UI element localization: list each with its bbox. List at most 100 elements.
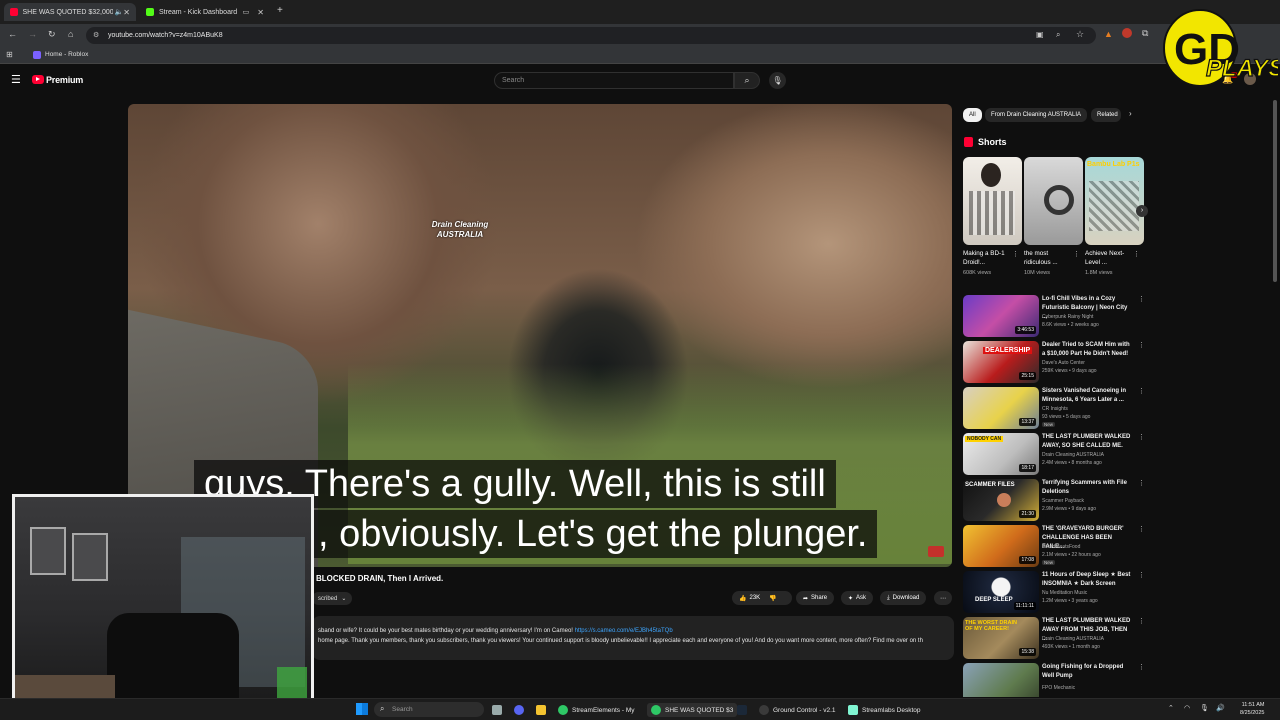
list-item[interactable]: DEEP SLEEP 11:11:11 11 Hours of Deep Sle… [963, 571, 1145, 613]
task-view-icon[interactable] [492, 705, 502, 715]
extension-icon[interactable]: ▲ [1104, 29, 1113, 39]
youtube-logo-icon[interactable] [32, 75, 44, 84]
thumbs-down-icon[interactable]: 👎 [769, 595, 776, 602]
chrome-icon [651, 705, 661, 715]
close-tab-icon[interactable]: ✕ [123, 8, 130, 17]
streamer-logo: GD PLAYS [1163, 9, 1278, 87]
bookmark-roblox[interactable]: Home - Roblox [45, 51, 88, 58]
video-thumbnail[interactable]: DEALERSHIP 25:15 [963, 341, 1039, 383]
chip-all[interactable]: All [963, 108, 982, 122]
browser-tab-bar: SHE WAS QUOTED $32,000 🔈 ✕ Stream - Kick… [0, 0, 1280, 24]
youtube-premium-wordmark[interactable]: Premium [46, 75, 83, 85]
video-thumbnail[interactable]: 3:46:53 [963, 295, 1039, 337]
bookmark-star-icon[interactable]: ☆ [1076, 29, 1084, 40]
short-views-2: 10M views [1024, 270, 1050, 276]
video-thumbnail[interactable]: DEEP SLEEP 11:11:11 [963, 571, 1039, 613]
more-actions-button[interactable]: ⋯ [934, 591, 952, 605]
discord-icon[interactable] [514, 705, 524, 715]
list-item[interactable]: Going Fishing for a Dropped Well Pump FP… [963, 663, 1145, 697]
taskbar-app-youtube[interactable]: SHE WAS QUOTED $3 [647, 703, 738, 717]
speaker-icon[interactable]: 🔈 [115, 8, 124, 16]
list-item[interactable]: DEALERSHIP 25:15 Dealer Tried to SCAM Hi… [963, 341, 1145, 383]
forward-icon[interactable]: → [28, 29, 37, 39]
video-thumbnail[interactable]: THE WORST DRAIN OF MY CAREER! 15:38 [963, 617, 1039, 659]
voice-search-button[interactable]: 🎙 [769, 72, 786, 89]
short-title-1[interactable]: Making a BD-1 Droid!... [963, 249, 1011, 267]
short-thumbnail-1[interactable] [963, 157, 1022, 245]
more-vertical-icon[interactable]: ⋮ [1138, 341, 1145, 349]
windows-start-icon[interactable] [356, 703, 368, 715]
page-scrollbar[interactable] [1273, 100, 1277, 282]
home-icon[interactable]: ⌂ [68, 29, 73, 39]
more-vertical-icon[interactable]: ⋮ [1138, 663, 1145, 671]
list-item[interactable]: 3:46:53 Lo-fi Chill Vibes in a Cozy Futu… [963, 295, 1145, 337]
cameo-link[interactable]: https://s.cameo.com/e/EJBh45taTQb [575, 628, 673, 634]
short-thumbnail-2[interactable] [1024, 157, 1083, 245]
tab-kick[interactable]: Stream - Kick Dashboard ▭ ✕ [140, 3, 270, 21]
apps-grid-icon[interactable]: ⊞ [6, 50, 13, 59]
short-more-icon[interactable]: ⋮ [1073, 250, 1080, 258]
video-thumbnail[interactable]: 13:37 [963, 387, 1039, 429]
chip-from-channel[interactable]: From Drain Cleaning AUSTRALIA [985, 108, 1088, 122]
close-tab-icon[interactable]: ✕ [257, 8, 264, 17]
reload-icon[interactable]: ↻ [48, 29, 56, 40]
list-item[interactable]: NOBODY CAN 18:17 THE LAST PLUMBER WALKED… [963, 433, 1145, 475]
video-description[interactable]: sband or wife? It could be your best mat… [312, 616, 954, 660]
more-vertical-icon[interactable]: ⋮ [1138, 295, 1145, 303]
more-vertical-icon[interactable]: ⋮ [1138, 479, 1145, 487]
download-icon: ⤓ [887, 594, 890, 601]
more-vertical-icon[interactable]: ⋮ [1138, 617, 1145, 625]
more-vertical-icon[interactable]: ⋮ [1138, 387, 1145, 395]
list-item[interactable]: 17:08 THE 'GRAVEYARD BURGER' CHALLENGE H… [963, 525, 1145, 567]
list-item[interactable]: THE WORST DRAIN OF MY CAREER! 15:38 THE L… [963, 617, 1145, 659]
search-button[interactable]: ⌕ [734, 72, 760, 89]
microphone-icon[interactable]: 🎙 [1200, 704, 1209, 712]
short-more-icon[interactable]: ⋮ [1012, 250, 1019, 258]
list-item[interactable]: 13:37 Sisters Vanished Canoeing in Minne… [963, 387, 1145, 429]
taskbar-app-streamelements[interactable]: StreamElements - My [558, 703, 635, 717]
video-thumbnail[interactable] [963, 663, 1039, 697]
subscribed-button[interactable]: scribed ⌄ [312, 592, 353, 605]
cast-icon[interactable]: ▭ [243, 8, 250, 16]
search-input[interactable]: Search [494, 72, 734, 89]
site-info-icon[interactable]: ⚙ [93, 31, 99, 39]
address-bar[interactable]: ⚙ youtube.com/watch?v=z4m10ABuK8 ▣ ⌕ ☆ [86, 27, 1096, 44]
ask-button[interactable]: ✦ Ask [841, 591, 874, 605]
taskbar-search-input[interactable]: ⌕ Search [374, 702, 484, 717]
extensions-puzzle-icon[interactable]: ⧉ [1142, 28, 1148, 39]
system-clock[interactable]: 11:51 AM 8/25/2025 [1240, 701, 1264, 717]
install-app-icon[interactable]: ▣ [1036, 30, 1044, 39]
volume-icon[interactable]: 🔊 [1216, 704, 1225, 712]
list-item[interactable]: SCAMMER FILES 21:30 Terrifying Scammers … [963, 479, 1145, 521]
chevron-right-icon[interactable]: › [1129, 109, 1132, 118]
file-explorer-icon[interactable] [536, 705, 546, 715]
zoom-icon[interactable]: ⌕ [1056, 30, 1060, 40]
short-thumbnail-3[interactable]: Bambu Lab P1s [1085, 157, 1144, 245]
back-icon[interactable]: ← [8, 29, 17, 39]
webcam-wall-frame [72, 533, 108, 581]
share-button[interactable]: ➦ Share [796, 591, 835, 605]
shorts-next-icon[interactable]: › [1136, 205, 1148, 217]
steam-icon[interactable] [737, 705, 747, 715]
download-button[interactable]: ⤓ Download [880, 591, 927, 605]
wifi-icon[interactable]: ◠ [1184, 704, 1190, 712]
menu-hamburger-icon[interactable]: ☰ [11, 73, 21, 86]
more-vertical-icon[interactable]: ⋮ [1138, 571, 1145, 579]
video-thumbnail[interactable]: 17:08 [963, 525, 1039, 567]
taskbar-app-streamlabs[interactable]: Streamlabs Desktop [848, 703, 921, 717]
channel-watermark: Drain Cleaning AUSTRALIA [431, 220, 489, 239]
more-vertical-icon[interactable]: ⋮ [1138, 433, 1145, 441]
video-thumbnail[interactable]: SCAMMER FILES 21:30 [963, 479, 1039, 521]
more-vertical-icon[interactable]: ⋮ [1138, 525, 1145, 533]
new-tab-icon[interactable]: + [277, 5, 283, 16]
short-title-3[interactable]: Achieve Next-Level ... [1085, 249, 1133, 267]
chip-related[interactable]: Related [1091, 108, 1121, 122]
video-thumbnail[interactable]: NOBODY CAN 18:17 [963, 433, 1039, 475]
tab-youtube[interactable]: SHE WAS QUOTED $32,000 🔈 ✕ [4, 3, 136, 21]
like-dislike-button[interactable]: 👍 23K 👎 [732, 591, 792, 605]
tray-chevron-up-icon[interactable]: ⌃ [1168, 704, 1174, 712]
short-title-2[interactable]: the most ridiculous ... [1024, 249, 1072, 267]
extension-record-icon[interactable] [1122, 28, 1132, 38]
taskbar-app-ground-control[interactable]: Ground Control - v2.1 [759, 703, 836, 717]
short-more-icon[interactable]: ⋮ [1133, 250, 1140, 258]
